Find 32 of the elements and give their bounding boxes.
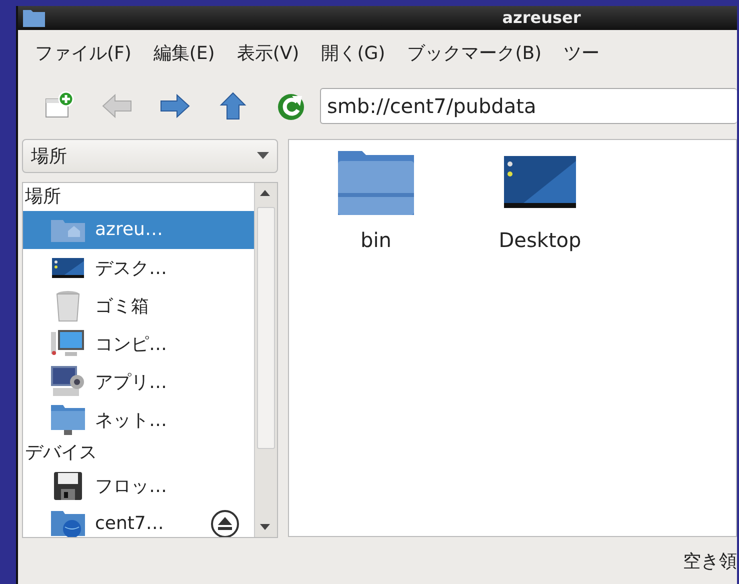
file-name[interactable]: Desktop bbox=[498, 228, 582, 252]
folder-icon bbox=[22, 8, 46, 28]
location-field[interactable]: smb://cent7/pubdata bbox=[320, 88, 737, 124]
window-title: azreuser bbox=[501, 7, 582, 29]
menu-item[interactable]: 編集(E) bbox=[142, 35, 226, 71]
network-drive-icon bbox=[50, 508, 86, 537]
sidebar-item[interactable]: ネット… bbox=[23, 400, 254, 439]
sidebar-item[interactable]: フロッ… bbox=[23, 466, 254, 505]
forward-icon[interactable] bbox=[159, 93, 191, 119]
sidebar-item[interactable]: コンピ… bbox=[23, 324, 254, 363]
sidebar-item[interactable]: cent7… bbox=[23, 504, 254, 537]
up-icon[interactable] bbox=[219, 91, 247, 121]
sidebar-item[interactable]: デスク… bbox=[23, 248, 254, 287]
eject-icon[interactable] bbox=[210, 508, 240, 537]
file-name[interactable]: bin bbox=[360, 228, 392, 252]
places-dropdown[interactable]: 場所 bbox=[22, 139, 278, 173]
sidebar-item[interactable]: azreu… bbox=[23, 210, 254, 249]
network-folder-icon bbox=[50, 402, 86, 437]
folder-icon bbox=[336, 149, 416, 215]
desktop-icon bbox=[503, 155, 577, 209]
sidebar-item[interactable]: ゴミ箱 bbox=[23, 286, 254, 325]
menu-item[interactable]: ツー bbox=[552, 35, 611, 71]
caret-icon bbox=[257, 152, 269, 160]
status-text: 空き領 bbox=[683, 550, 737, 573]
menu-item[interactable]: ファイル(F) bbox=[24, 35, 142, 71]
section-heading: 場所 bbox=[24, 184, 62, 209]
sidebar-item[interactable]: アプリ… bbox=[23, 362, 254, 401]
scrollbar-thumb[interactable] bbox=[257, 206, 275, 449]
menu-item[interactable]: ブックマーク(B) bbox=[396, 35, 553, 71]
menu-item[interactable]: 表示(V) bbox=[226, 35, 310, 71]
section-heading: デバイス bbox=[24, 440, 98, 465]
menu-item[interactable]: 開く(G) bbox=[310, 35, 396, 71]
